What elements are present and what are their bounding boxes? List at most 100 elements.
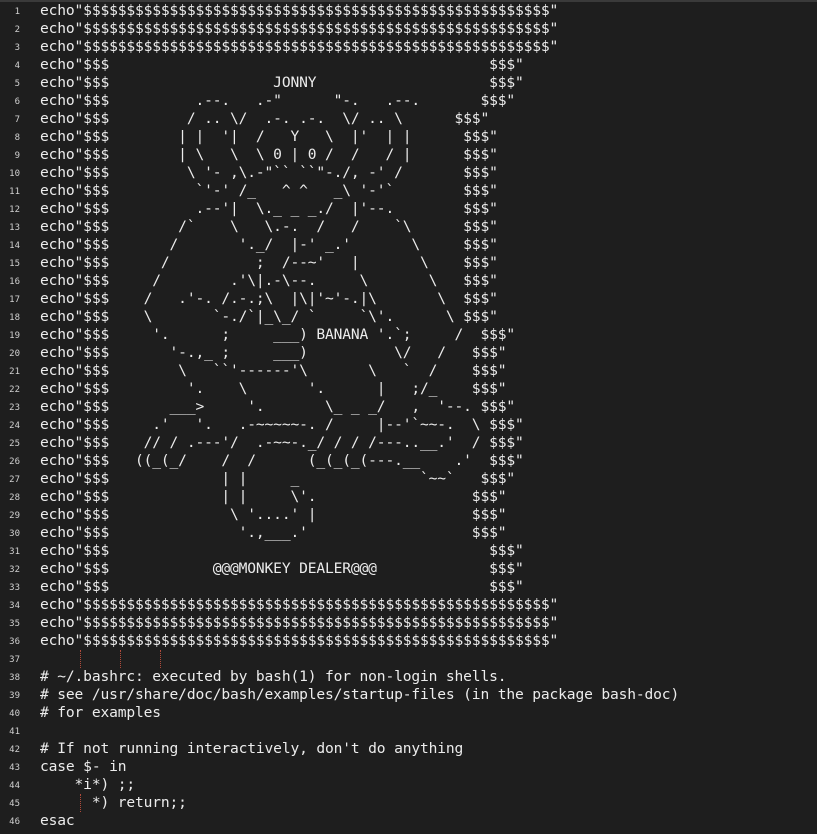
code-text[interactable]: echo"$$$ @@@MONKEY DEALER@@@ $$$" — [40, 560, 524, 578]
code-line[interactable]: 41 — [0, 722, 817, 740]
code-line[interactable]: 1 echo"$$$$$$$$$$$$$$$$$$$$$$$$$$$$$$$$$$… — [0, 2, 817, 20]
code-line[interactable]: 14 echo"$$$ / '._/ |-' _.' \ $$$" — [0, 236, 817, 254]
line-number: 32 — [9, 565, 20, 575]
code-line[interactable]: 27 echo"$$$ | | _ `~~` $$$" — [0, 470, 817, 488]
code-text[interactable]: echo"$$$ '. \ '. | ;/_ $$$" — [40, 380, 507, 398]
code-text[interactable]: echo"$$$ ___> '. \_ _ _/ , '--. $$$" — [40, 398, 515, 416]
code-line[interactable]: 4 echo"$$$ $$$" — [0, 56, 817, 74]
code-text[interactable]: echo"$$$ | \ \ \ 0 | 0 / / / | $$$" — [40, 146, 498, 164]
code-line[interactable]: 8 echo"$$$ | | '| / Y \ |' | | $$$" — [0, 128, 817, 146]
line-number: 22 — [9, 385, 20, 395]
code-text[interactable]: echo"$$$ / ; /--~' | \ $$$" — [40, 254, 498, 272]
line-number: 14 — [9, 241, 20, 251]
code-line[interactable]: 43 case $- in — [0, 758, 817, 776]
code-line[interactable]: 23 echo"$$$ ___> '. \_ _ _/ , '--. $$$" — [0, 398, 817, 416]
code-text[interactable]: case $- in — [40, 758, 127, 776]
code-line[interactable]: 21 echo"$$$ \ ``'------'\ \ ` / $$$" — [0, 362, 817, 380]
code-text[interactable]: echo"$$$ ((_(_/ / / (_(_(_(---.__ .' $$$… — [40, 452, 524, 470]
code-text[interactable]: echo"$$$ | | _ `~~` $$$" — [40, 470, 515, 488]
code-line[interactable]: 16 echo"$$$ / .'\|.-\--. \ \ $$$" — [0, 272, 817, 290]
code-text[interactable]: echo"$$$ / .. \/ .-. .-. \/ .. \ $$$" — [40, 110, 489, 128]
code-line[interactable]: 15 echo"$$$ / ; /--~' | \ $$$" — [0, 254, 817, 272]
code-line[interactable]: 11 echo"$$$ `'-' /_ ^ ^ _\ '-'` $$$" — [0, 182, 817, 200]
line-number: 45 — [9, 799, 20, 809]
code-line[interactable]: 35 echo"$$$$$$$$$$$$$$$$$$$$$$$$$$$$$$$$$… — [0, 614, 817, 632]
code-line[interactable]: 28 echo"$$$ | | \'. $$$" — [0, 488, 817, 506]
code-line[interactable]: 24 echo"$$$ .' '. .-~~~~~-. / |--'`~~-. \… — [0, 416, 817, 434]
code-text[interactable]: echo"$$$ .--. .-" "-. .--. $$$" — [40, 92, 515, 110]
code-text[interactable]: echo"$$$ $$$" — [40, 56, 524, 74]
code-text[interactable]: # see /usr/share/doc/bash/examples/start… — [40, 686, 679, 704]
code-line[interactable]: 31 echo"$$$ $$$" — [0, 542, 817, 560]
code-text[interactable]: echo"$$$$$$$$$$$$$$$$$$$$$$$$$$$$$$$$$$$… — [40, 614, 558, 632]
line-number: 44 — [9, 781, 20, 791]
code-editor[interactable]: 1 echo"$$$$$$$$$$$$$$$$$$$$$$$$$$$$$$$$$$… — [0, 0, 817, 834]
code-text[interactable]: echo"$$$ / '._/ |-' _.' \ $$$" — [40, 236, 498, 254]
code-text[interactable]: echo"$$$ \ '....' | $$$" — [40, 506, 507, 524]
code-line[interactable]: 33 echo"$$$ $$$" — [0, 578, 817, 596]
code-line[interactable]: 9 echo"$$$ | \ \ \ 0 | 0 / / / | $$$" — [0, 146, 817, 164]
code-line[interactable]: 18 echo"$$$ \ `-./`|_\_/ ` `\'. \ $$$" — [0, 308, 817, 326]
code-text[interactable]: esac — [40, 812, 75, 830]
code-line[interactable]: 32 echo"$$$ @@@MONKEY DEALER@@@ $$$" — [0, 560, 817, 578]
code-text[interactable]: echo"$$$$$$$$$$$$$$$$$$$$$$$$$$$$$$$$$$$… — [40, 632, 558, 650]
code-line[interactable]: 34 echo"$$$$$$$$$$$$$$$$$$$$$$$$$$$$$$$$$… — [0, 596, 817, 614]
code-text[interactable]: echo"$$$ .--'| \._ _ _./ |'--. $$$" — [40, 200, 498, 218]
code-text[interactable]: echo"$$$$$$$$$$$$$$$$$$$$$$$$$$$$$$$$$$$… — [40, 38, 558, 56]
code-text[interactable]: echo"$$$ '-.,_ ; ___) \/ / $$$" — [40, 344, 507, 362]
code-line[interactable]: 30 echo"$$$ '.,___.' $$$" — [0, 524, 817, 542]
code-text[interactable]: echo"$$$ $$$" — [40, 578, 524, 596]
code-line[interactable]: 36 echo"$$$$$$$$$$$$$$$$$$$$$$$$$$$$$$$$$… — [0, 632, 817, 650]
line-number: 7 — [14, 115, 20, 125]
code-line[interactable]: 22 echo"$$$ '. \ '. | ;/_ $$$" — [0, 380, 817, 398]
code-line[interactable]: 37 — [0, 650, 817, 668]
code-line[interactable]: 6 echo"$$$ .--. .-" "-. .--. $$$" — [0, 92, 817, 110]
code-line[interactable]: 2 echo"$$$$$$$$$$$$$$$$$$$$$$$$$$$$$$$$$$… — [0, 20, 817, 38]
code-text[interactable]: # ~/.bashrc: executed by bash(1) for non… — [40, 668, 507, 686]
line-number: 39 — [9, 691, 20, 701]
code-text[interactable]: echo"$$$ \ ``'------'\ \ ` / $$$" — [40, 362, 507, 380]
code-line[interactable]: 26 echo"$$$ ((_(_/ / / (_(_(_(---.__ .' $… — [0, 452, 817, 470]
code-text[interactable]: echo"$$$ | | '| / Y \ |' | | $$$" — [40, 128, 498, 146]
code-text[interactable]: echo"$$$ \ '- ,\.-"`` ``"-./, -' / $$$" — [40, 164, 498, 182]
code-text[interactable]: # for examples — [40, 704, 161, 722]
code-text[interactable]: echo"$$$ JONNY $$$" — [40, 74, 524, 92]
code-line[interactable]: 10 echo"$$$ \ '- ,\.-"`` ``"-./, -' / $$$… — [0, 164, 817, 182]
code-text[interactable]: echo"$$$ '. ; ___) BANANA '.`; / $$$" — [40, 326, 515, 344]
code-line[interactable]: 45 *) return;; — [0, 794, 817, 812]
code-text[interactable]: echo"$$$ `'-' /_ ^ ^ _\ '-'` $$$" — [40, 182, 498, 200]
code-line[interactable]: 44 *i*) ;; — [0, 776, 817, 794]
code-text[interactable]: echo"$$$ '.,___.' $$$" — [40, 524, 507, 542]
code-lines[interactable]: 1 echo"$$$$$$$$$$$$$$$$$$$$$$$$$$$$$$$$$$… — [0, 2, 817, 830]
code-text[interactable]: echo"$$$$$$$$$$$$$$$$$$$$$$$$$$$$$$$$$$$… — [40, 596, 558, 614]
code-line[interactable]: 12 echo"$$$ .--'| \._ _ _./ |'--. $$$" — [0, 200, 817, 218]
code-line[interactable]: 46 esac — [0, 812, 817, 830]
code-line[interactable]: 19 echo"$$$ '. ; ___) BANANA '.`; / $$$" — [0, 326, 817, 344]
code-text[interactable]: echo"$$$ | | \'. $$$" — [40, 488, 507, 506]
code-text[interactable]: echo"$$$ \ `-./`|_\_/ ` `\'. \ $$$" — [40, 308, 498, 326]
code-text[interactable]: *) return;; — [40, 794, 187, 812]
code-line[interactable]: 29 echo"$$$ \ '....' | $$$" — [0, 506, 817, 524]
code-text[interactable]: echo"$$$$$$$$$$$$$$$$$$$$$$$$$$$$$$$$$$$… — [40, 20, 558, 38]
code-line[interactable]: 25 echo"$$$ // / .---'/ .-~~-._/ / / /---… — [0, 434, 817, 452]
code-line[interactable]: 20 echo"$$$ '-.,_ ; ___) \/ / $$$" — [0, 344, 817, 362]
code-line[interactable]: 40 # for examples — [0, 704, 817, 722]
code-text[interactable]: echo"$$$ /` \ \.-. / / `\ $$$" — [40, 218, 498, 236]
code-text[interactable]: *i*) ;; — [40, 776, 136, 794]
line-number: 13 — [9, 223, 20, 233]
code-line[interactable]: 42 # If not running interactively, don't … — [0, 740, 817, 758]
code-line[interactable]: 3 echo"$$$$$$$$$$$$$$$$$$$$$$$$$$$$$$$$$$… — [0, 38, 817, 56]
code-line[interactable]: 7 echo"$$$ / .. \/ .-. .-. \/ .. \ $$$" — [0, 110, 817, 128]
code-text[interactable]: echo"$$$ / .'\|.-\--. \ \ $$$" — [40, 272, 498, 290]
code-line[interactable]: 5 echo"$$$ JONNY $$$" — [0, 74, 817, 92]
code-text[interactable]: # If not running interactively, don't do… — [40, 740, 463, 758]
code-text[interactable]: echo"$$$ .' '. .-~~~~~-. / |--'`~~-. \ $… — [40, 416, 524, 434]
code-line[interactable]: 38 # ~/.bashrc: executed by bash(1) for n… — [0, 668, 817, 686]
code-text[interactable]: echo"$$$ / .'-. /.-.;\ |\|'~'-.|\ \ $$$" — [40, 290, 498, 308]
code-line[interactable]: 17 echo"$$$ / .'-. /.-.;\ |\|'~'-.|\ \ $$… — [0, 290, 817, 308]
code-text[interactable]: echo"$$$ // / .---'/ .-~~-._/ / / /---..… — [40, 434, 524, 452]
code-text[interactable]: echo"$$$ $$$" — [40, 542, 524, 560]
code-line[interactable]: 13 echo"$$$ /` \ \.-. / / `\ $$$" — [0, 218, 817, 236]
code-text[interactable]: echo"$$$$$$$$$$$$$$$$$$$$$$$$$$$$$$$$$$$… — [40, 2, 558, 20]
code-line[interactable]: 39 # see /usr/share/doc/bash/examples/sta… — [0, 686, 817, 704]
